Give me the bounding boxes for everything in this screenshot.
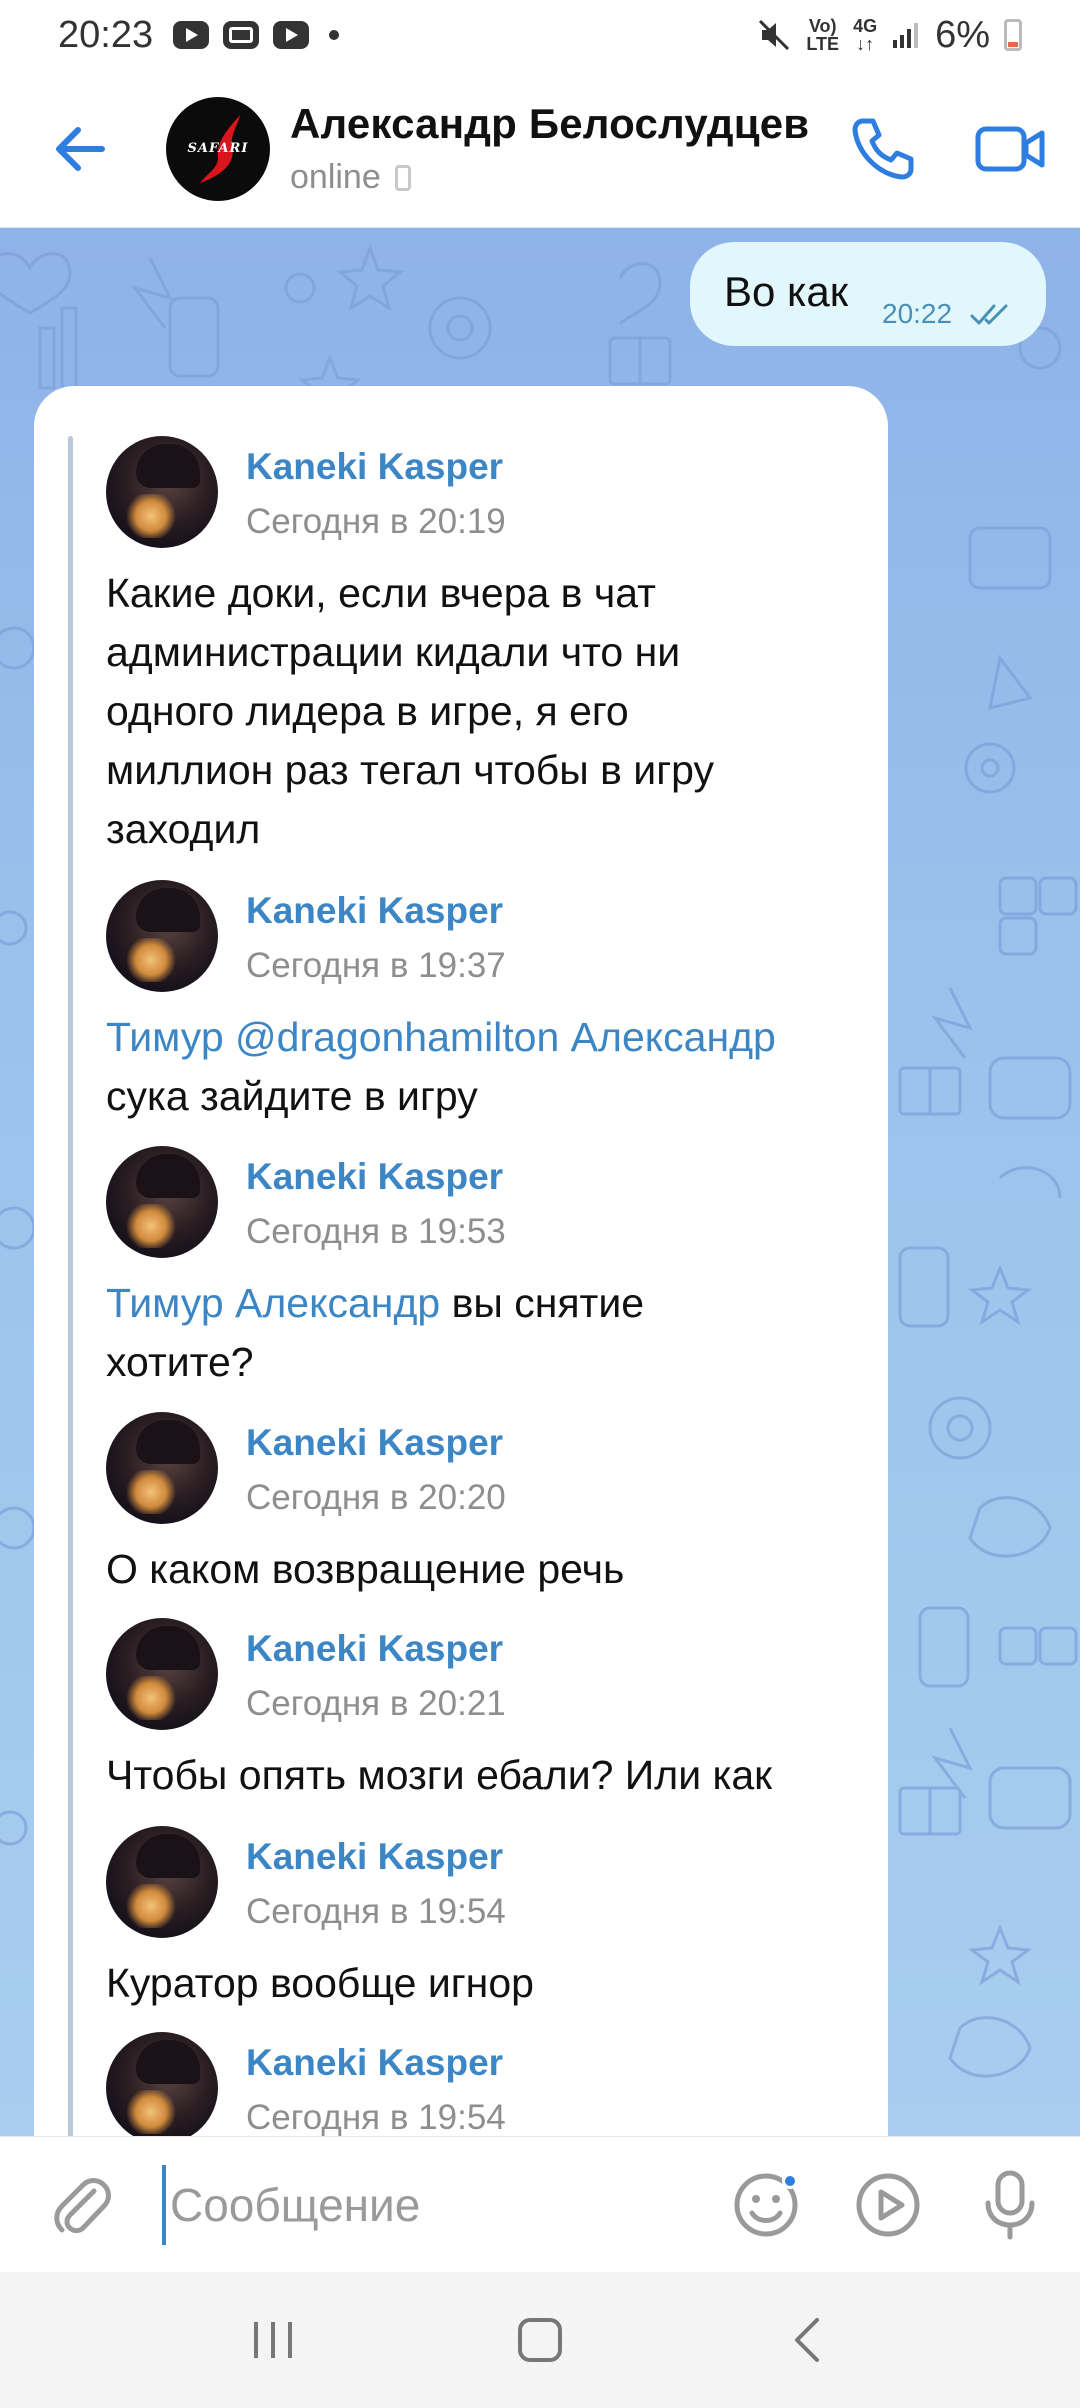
forward-quote-bar	[68, 436, 73, 2136]
home-button[interactable]	[495, 2295, 585, 2385]
forwarded-message[interactable]: Kaneki Kasper Сегодня в 19:53 Тимур Алек…	[106, 1146, 866, 1386]
forwarded-message[interactable]: Kaneki Kasper Сегодня в 20:21 Чтобы опят…	[106, 1618, 866, 1798]
forwarded-message[interactable]: Kaneki Kasper Сегодня в 19:37 Тимур @dra…	[106, 880, 866, 1120]
message-date: Сегодня в 19:53	[246, 1212, 506, 1251]
sender-name[interactable]: Kaneki Kasper	[246, 1156, 503, 1198]
microphone-icon	[985, 2170, 1035, 2239]
message-text: Чтобы опять мозги ебали? Или как	[106, 1752, 773, 1798]
message-text: Куратор вообще игнор	[106, 1960, 534, 2006]
chat-title-block[interactable]: Александр Белослудцев online	[290, 100, 809, 197]
message-text: Какие доки, если вчера в чат администрац…	[106, 570, 714, 852]
message-date: Сегодня в 19:37	[246, 946, 506, 985]
message-text: Тимур Александр вы снятие хотите?	[106, 1280, 645, 1385]
recent-apps-button[interactable]	[228, 2295, 318, 2385]
sender-name[interactable]: Kaneki Kasper	[246, 1422, 503, 1464]
chat-status: online	[290, 158, 809, 197]
message-text: О каком возвращение речь	[106, 1546, 625, 1592]
notification-dot	[782, 2172, 798, 2189]
logo-text: SAFARI	[187, 141, 249, 156]
chat-header: SAFARI Александр Белослудцев online	[0, 70, 1080, 228]
arrow-left-icon	[56, 126, 105, 171]
status-time: 20:23	[58, 13, 154, 56]
message-time: 20:22	[882, 298, 953, 329]
online-status: online	[290, 158, 381, 196]
phone-icon	[852, 118, 914, 179]
sender-name[interactable]: Kaneki Kasper	[246, 2042, 503, 2084]
youtube-notification-icon	[273, 21, 310, 49]
forwarded-messages-bubble[interactable]: Kaneki Kasper Сегодня в 20:19 Какие доки…	[34, 386, 888, 2136]
sender-name[interactable]: Kaneki Kasper	[246, 446, 503, 488]
call-button[interactable]	[844, 110, 922, 188]
volte-indicator: Vo) LTE	[806, 16, 840, 54]
sender-name[interactable]: Kaneki Kasper	[246, 1836, 503, 1878]
gallery-notification-icon	[223, 21, 260, 49]
sender-avatar[interactable]	[106, 1618, 218, 1730]
message-input-bar	[0, 2136, 1080, 2272]
contact-avatar[interactable]: SAFARI	[166, 96, 270, 201]
forwarded-message[interactable]: Kaneki Kasper Сегодня в 19:54 Куратор во…	[106, 1826, 866, 2006]
message-date: Сегодня в 20:19	[246, 502, 506, 541]
message-date: Сегодня в 19:54	[246, 1892, 506, 1931]
signal-icon	[893, 23, 919, 48]
battery-icon	[1004, 19, 1022, 51]
sender-name[interactable]: Kaneki Kasper	[246, 1628, 503, 1670]
recent-apps-icon	[254, 2322, 293, 2358]
video-message-button[interactable]	[850, 2167, 926, 2243]
mention-link[interactable]: Тимур @dragonhamilton Александр	[106, 1014, 776, 1060]
mute-icon	[759, 19, 790, 51]
message-date: Сегодня в 19:54	[246, 2098, 506, 2136]
status-bar: 20:23 Vo) LTE 4G ↓↑ 6%	[0, 0, 1080, 70]
back-button[interactable]	[40, 109, 120, 189]
forwarded-message[interactable]: Kaneki Kasper Сегодня в 20:19 Какие доки…	[106, 436, 866, 856]
battery-level: 6%	[935, 13, 990, 56]
sender-name[interactable]: Kaneki Kasper	[246, 890, 503, 932]
device-icon	[394, 164, 411, 191]
chevron-left-icon	[794, 2318, 819, 2362]
paperclip-icon	[54, 2177, 111, 2233]
message-text: Во как	[724, 268, 849, 315]
emoji-button[interactable]	[728, 2167, 804, 2243]
outgoing-message[interactable]: Во как 20:22	[690, 242, 1046, 346]
forwarded-message[interactable]: Kaneki Kasper Сегодня в 20:20 О каком во…	[106, 1412, 866, 1592]
system-navigation-bar	[0, 2272, 1080, 2408]
double-check-icon	[970, 304, 1008, 325]
attach-button[interactable]	[42, 2165, 122, 2245]
voice-message-button[interactable]	[972, 2167, 1048, 2243]
video-icon	[975, 126, 1045, 171]
mention-link[interactable]: Тимур Александр	[106, 1280, 440, 1326]
youtube-notification-icon	[173, 21, 210, 49]
message-input[interactable]	[162, 2164, 702, 2245]
forwarded-message[interactable]: Kaneki Kasper Сегодня в 19:54	[106, 2032, 866, 2136]
home-icon	[517, 2318, 562, 2362]
back-nav-button[interactable]	[762, 2295, 852, 2385]
message-date: Сегодня в 20:21	[246, 1684, 506, 1723]
sender-avatar[interactable]	[106, 880, 218, 992]
sender-avatar[interactable]	[106, 436, 218, 548]
video-call-button[interactable]	[972, 110, 1050, 188]
sender-avatar[interactable]	[106, 1826, 218, 1938]
chat-title: Александр Белослудцев	[290, 100, 810, 147]
chat-area[interactable]: Во как 20:22 Kaneki Kasper Сегодня в 20:…	[0, 228, 1080, 2136]
sender-avatar[interactable]	[106, 1412, 218, 1524]
play-circle-icon	[856, 2173, 920, 2236]
more-notifications-icon	[329, 30, 340, 40]
network-type: 4G ↓↑	[853, 16, 878, 54]
sender-avatar[interactable]	[106, 2032, 218, 2136]
sender-avatar[interactable]	[106, 1146, 218, 1258]
message-text: Тимур @dragonhamilton Александр сука зай…	[106, 1014, 776, 1119]
message-date: Сегодня в 20:20	[246, 1478, 506, 1517]
